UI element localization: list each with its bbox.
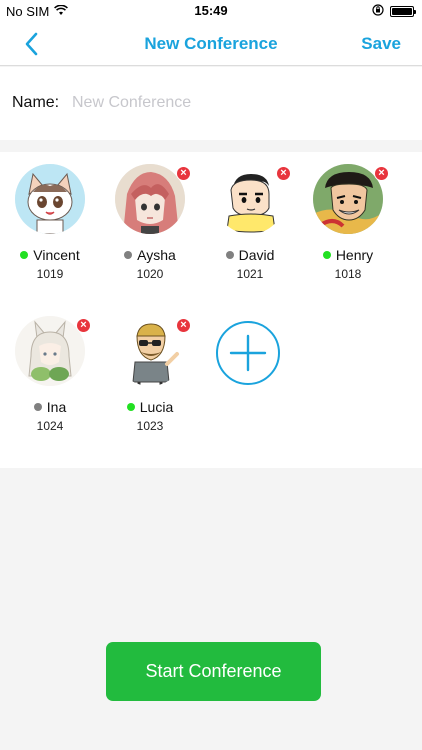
plus-circle-icon [216, 321, 280, 385]
member-item[interactable]: × Aysha 1020 [100, 152, 200, 282]
name-label: Name: [12, 94, 60, 111]
remove-member-button[interactable]: × [176, 318, 191, 333]
member-name: Lucia [139, 399, 174, 415]
avatar [15, 164, 85, 234]
online-status-dot [126, 403, 135, 411]
remove-member-button[interactable]: × [374, 166, 389, 181]
member-name: Aysha [137, 247, 176, 263]
remove-member-button[interactable]: × [76, 318, 91, 333]
member-item[interactable]: × Henry 1018 [298, 152, 398, 282]
member-name: Henry [335, 247, 374, 263]
offline-status-dot [33, 403, 42, 411]
status-time: 15:49 [194, 3, 228, 18]
member-extension: 1021 [236, 267, 264, 281]
member-extension: 1020 [136, 267, 164, 281]
member-name: Vincent [33, 247, 80, 263]
member-name-row: Lucia [100, 399, 200, 415]
conference-name-input[interactable] [72, 89, 402, 117]
page-title: New Conference [144, 34, 278, 53]
online-status-dot [20, 251, 29, 259]
member-name-row: David [200, 247, 300, 263]
member-name-row: Henry [298, 247, 398, 263]
status-bar: No SIM 15:49 [0, 0, 422, 22]
member-item[interactable]: × David 1021 [200, 152, 300, 282]
avatar [115, 164, 185, 234]
avatar [313, 164, 383, 234]
avatar [215, 164, 285, 234]
offline-status-dot [124, 251, 133, 259]
member-extension: 1018 [334, 267, 362, 281]
status-right [372, 4, 416, 19]
member-name-row: Aysha [100, 247, 200, 263]
add-member-button[interactable] [215, 320, 281, 386]
member-name: Ina [46, 399, 67, 415]
start-conference-button[interactable]: Start Conference [106, 642, 321, 701]
member-item[interactable]: × Lucia 1023 [100, 304, 200, 434]
member-extension: 1019 [36, 267, 64, 281]
members-panel: Vincent 1019 × Aysha 1020 × David 1021 ×… [0, 152, 422, 468]
member-name-row: Vincent [0, 247, 100, 263]
avatar [15, 316, 85, 386]
orientation-lock-icon [372, 4, 384, 19]
member-name-row: Ina [0, 399, 100, 415]
remove-member-button[interactable]: × [276, 166, 291, 181]
member-extension: 1024 [36, 419, 64, 433]
battery-icon [390, 6, 416, 17]
remove-member-button[interactable]: × [176, 166, 191, 181]
member-item[interactable]: Vincent 1019 [0, 152, 100, 282]
member-item[interactable]: × Ina 1024 [0, 304, 100, 434]
name-row: Name: [0, 67, 422, 140]
member-name: David [238, 247, 275, 263]
online-status-dot [322, 251, 331, 259]
nav-bar: New Conference Save [0, 22, 422, 66]
avatar [115, 316, 185, 386]
offline-status-dot [225, 251, 234, 259]
member-extension: 1023 [136, 419, 164, 433]
save-button[interactable]: Save [361, 34, 401, 54]
